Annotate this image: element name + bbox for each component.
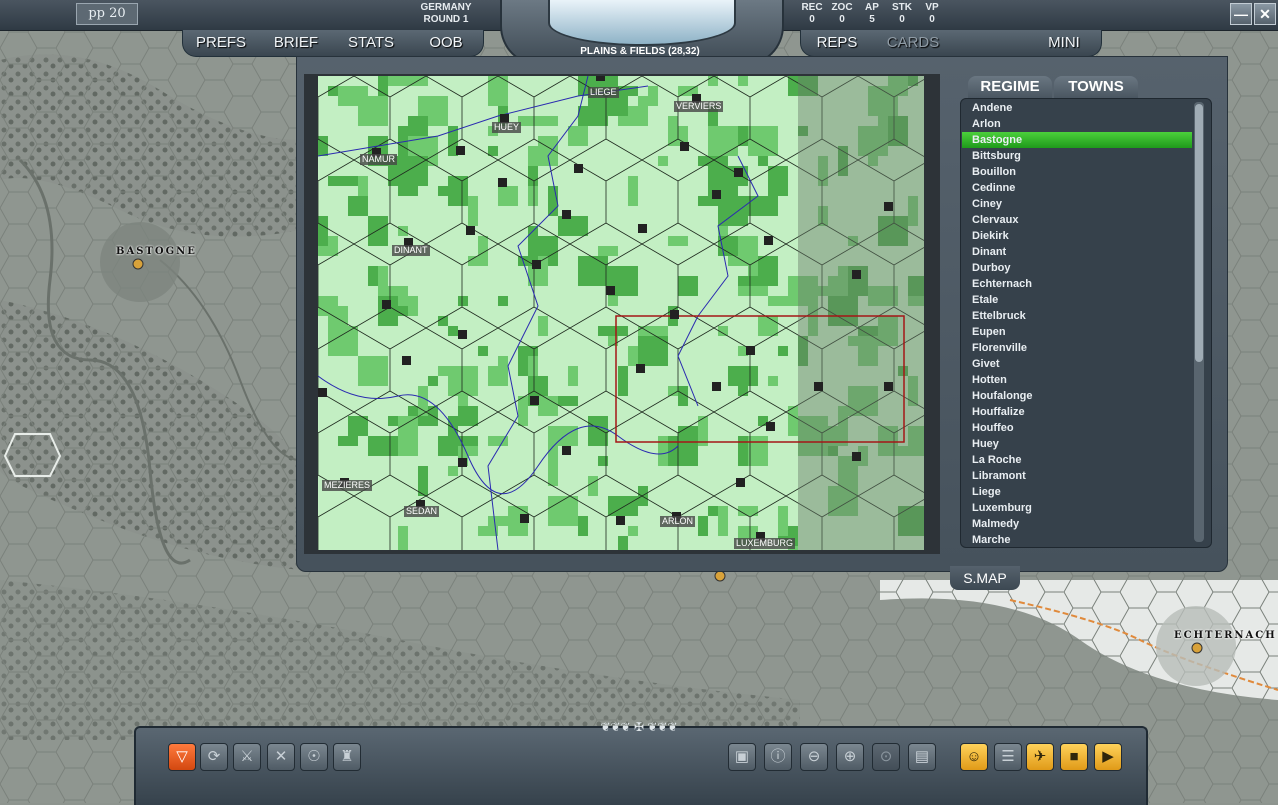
smap-button[interactable]: S.MAP — [950, 566, 1020, 590]
town-list-item[interactable]: Dinant — [962, 244, 1192, 260]
town-list-item[interactable]: Houfalonge — [962, 388, 1192, 404]
supply-icon[interactable]: ▣ — [728, 743, 756, 771]
round-number: ROUND 1 — [423, 14, 469, 25]
terrain-preview — [548, 0, 736, 46]
town-list-item[interactable]: Houffalize — [962, 404, 1192, 420]
town-list-item[interactable]: Andene — [962, 100, 1192, 116]
town-list-item[interactable]: Florenville — [962, 340, 1192, 356]
stat-zoc-label: ZOC — [831, 2, 853, 13]
stat-rec-value: 0 — [809, 14, 815, 25]
town-list-item[interactable]: Ettelbruck — [962, 308, 1192, 324]
production-points: pp 20 — [76, 3, 138, 25]
zoom-out-icon[interactable]: ⊖ — [800, 743, 828, 771]
town-list-item[interactable]: Ciney — [962, 196, 1192, 212]
echternach-map-label: ECHTERNACH — [1174, 630, 1277, 641]
tab-towns[interactable]: TOWNS — [1054, 76, 1138, 98]
stat-zoc-value: 0 — [839, 14, 845, 25]
town-list-item[interactable]: Libramont — [962, 468, 1192, 484]
stat-rec: REC 0 — [798, 2, 826, 26]
stat-ap-value: 5 — [869, 14, 875, 25]
cards-button[interactable]: CARDS — [882, 32, 944, 54]
town-list-item[interactable]: Diekirk — [962, 228, 1192, 244]
town-list-item[interactable]: Huey — [962, 436, 1192, 452]
town-list-item[interactable]: Malmedy — [962, 516, 1192, 532]
minimap-town-sedan: SEDAN — [404, 506, 440, 517]
minimap-town-luxemburg: LUXEMBURG — [734, 538, 796, 549]
tab-regime[interactable]: REGIME — [968, 76, 1052, 98]
stat-vp-value: 0 — [929, 14, 935, 25]
end-turn-icon[interactable]: ▶ — [1094, 743, 1122, 771]
town-list-item[interactable]: Cedinne — [962, 180, 1192, 196]
minimap-town-dinant: DINANT — [392, 245, 430, 256]
stat-stk-value: 0 — [899, 14, 905, 25]
air-icon[interactable]: ✈ — [1026, 743, 1054, 771]
minimap-town-namur: NAMUR — [360, 154, 397, 165]
town-list-item[interactable]: Bastogne — [962, 132, 1192, 148]
zoom-in-icon[interactable]: ⊕ — [836, 743, 864, 771]
cards-icon[interactable]: ▤ — [908, 743, 936, 771]
town-list-item[interactable]: Echternach — [962, 276, 1192, 292]
town-list-item[interactable]: La Roche — [962, 452, 1192, 468]
stat-stk: STK 0 — [888, 2, 916, 26]
reps-button[interactable]: REPS — [808, 32, 866, 54]
town-list-item[interactable]: Clervaux — [962, 212, 1192, 228]
minimap-town-verviers: VERVIERS — [674, 101, 724, 112]
town-list-item[interactable]: Houffeo — [962, 420, 1192, 436]
minimap[interactable] — [318, 76, 924, 550]
turn-info: GERMANY ROUND 1 — [410, 2, 482, 26]
zoom-reset-icon[interactable]: ⊙ — [872, 743, 900, 771]
bastogne-map-label: BASTOGNE — [116, 246, 197, 257]
town-list-item[interactable]: Etale — [962, 292, 1192, 308]
stat-ap: AP 5 — [858, 2, 886, 26]
tank-icon[interactable]: ♜ — [333, 743, 361, 771]
minimap-town-arlon: ARLON — [660, 516, 696, 527]
town-list-item[interactable]: Durboy — [962, 260, 1192, 276]
town-list-item[interactable]: Givet — [962, 356, 1192, 372]
save-icon[interactable]: ■ — [1060, 743, 1088, 771]
orders-icon[interactable]: ☰ — [994, 743, 1022, 771]
towns-scroll-thumb[interactable] — [1195, 104, 1203, 362]
side-name: GERMANY — [420, 2, 472, 13]
pp-label: pp — [88, 6, 105, 21]
town-list-item[interactable]: Luxemburg — [962, 500, 1192, 516]
minimap-town-mezieres: MEZIERES — [322, 480, 373, 491]
stat-zoc: ZOC 0 — [828, 2, 856, 26]
minimap-town-huey: HUEY — [492, 122, 522, 133]
stat-ap-label: AP — [865, 2, 879, 13]
town-list-item[interactable]: Hotten — [962, 372, 1192, 388]
town-list-item[interactable]: Arlon — [962, 116, 1192, 132]
oob-button[interactable]: OOB — [416, 32, 476, 54]
stats-button[interactable]: STATS — [340, 32, 402, 54]
brief-button[interactable]: BRIEF — [266, 32, 326, 54]
unit-info-icon[interactable]: ⓘ — [764, 743, 792, 771]
stat-rec-label: REC — [801, 2, 823, 13]
pp-value: 20 — [109, 6, 126, 21]
iron-cross-ornament: ❦❦❦ ✠ ❦❦❦ — [600, 720, 678, 734]
next-unit-icon[interactable]: ▽ — [168, 743, 196, 771]
stat-vp: VP 0 — [918, 2, 946, 26]
cycle-units-icon[interactable]: ⟳ — [200, 743, 228, 771]
hq-icon[interactable]: ☺ — [960, 743, 988, 771]
town-list-item[interactable]: Eupen — [962, 324, 1192, 340]
close-button[interactable]: ✕ — [1254, 3, 1276, 25]
minimap-town-liege: LIEGE — [588, 87, 619, 98]
artillery-icon[interactable]: ⚔ — [233, 743, 261, 771]
attack-icon[interactable]: ✕ — [267, 743, 295, 771]
prefs-button[interactable]: PREFS — [190, 32, 252, 54]
minimize-button[interactable]: — — [1230, 3, 1252, 25]
stat-stk-label: STK — [892, 2, 912, 13]
town-list-item[interactable]: Bittsburg — [962, 148, 1192, 164]
stat-vp-label: VP — [925, 2, 939, 13]
town-list-item[interactable]: Liege — [962, 484, 1192, 500]
town-list-item[interactable]: Bouillon — [962, 164, 1192, 180]
town-list-item[interactable]: Marche — [962, 532, 1192, 548]
mini-button[interactable]: MINI — [1034, 32, 1094, 54]
engineer-icon[interactable]: ☉ — [300, 743, 328, 771]
